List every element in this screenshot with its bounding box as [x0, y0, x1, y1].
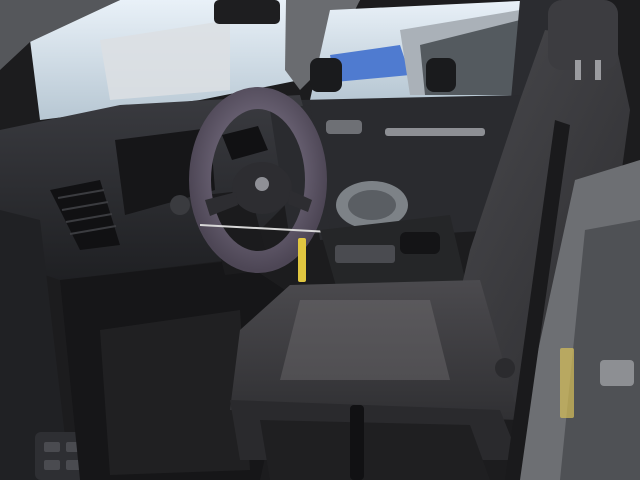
- floor-mat: [100, 310, 250, 475]
- door-sill-sticker: [560, 348, 574, 418]
- headrest-post: [575, 60, 581, 80]
- door-striker: [600, 360, 634, 386]
- keychain-tag: [298, 238, 306, 282]
- car-interior-photo: [0, 0, 640, 480]
- side-mirror-outer: [426, 58, 456, 92]
- seat-cushion-sunlit: [280, 300, 450, 380]
- brand-emblem: [255, 177, 269, 191]
- recline-knob: [495, 358, 515, 378]
- door-handle-trim: [385, 128, 485, 136]
- ignition-knob: [170, 195, 190, 215]
- rear-view-mirror: [214, 0, 280, 24]
- headrest: [548, 0, 618, 70]
- gear-shifter-bezel: [335, 245, 395, 263]
- side-mirror: [310, 58, 342, 92]
- seat-side-trim: [260, 420, 490, 480]
- cup-holder: [400, 232, 440, 254]
- speaker-inner: [348, 190, 396, 220]
- seat-lever: [350, 405, 364, 480]
- door-handle: [326, 120, 362, 134]
- headrest-post-2: [595, 60, 601, 80]
